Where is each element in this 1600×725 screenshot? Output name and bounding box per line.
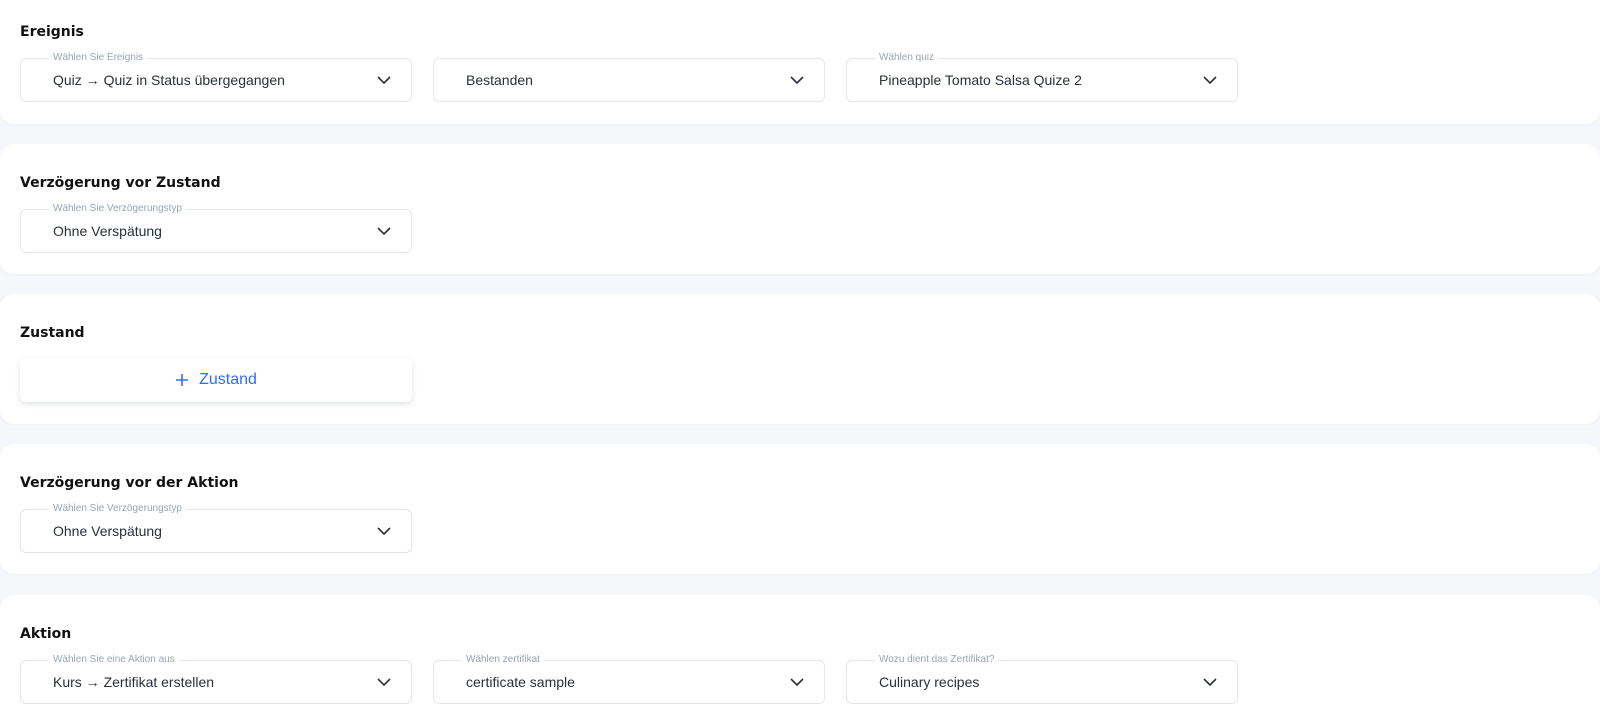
- delay-condition-select[interactable]: Wählen Sie Verzögerungstyp Ohne Verspätu…: [20, 203, 412, 253]
- chevron-down-icon: [377, 527, 391, 536]
- plus-icon: [176, 374, 189, 386]
- delay-action-value: Ohne Verspätung: [53, 523, 162, 539]
- certificate-value: certificate sample: [466, 674, 575, 690]
- certificate-legend: Wählen zertifikat: [462, 654, 544, 666]
- certificate-select[interactable]: Wählen zertifikat certificate sample: [433, 654, 825, 704]
- delay-condition-legend: Wählen Sie Verzögerungstyp: [49, 203, 186, 215]
- event-type-select[interactable]: Wählen Sie Ereignis Quiz → Quiz in Statu…: [20, 52, 412, 102]
- delay-action-title: Verzögerung vor der Aktion: [20, 475, 239, 491]
- event-type-legend: Wählen Sie Ereignis: [49, 52, 148, 64]
- action-section: Aktion Wählen Sie eine Aktion aus Kurs →…: [0, 595, 1600, 725]
- event-section: Ereignis Wählen Sie Ereignis Quiz → Quiz…: [0, 0, 1600, 124]
- condition-title: Zustand: [20, 325, 85, 341]
- event-quiz-legend: Wählen quiz: [875, 52, 939, 64]
- chevron-down-icon: [377, 678, 391, 687]
- action-type-select[interactable]: Wählen Sie eine Aktion aus Kurs → Zertif…: [20, 654, 412, 704]
- delay-condition-title: Verzögerung vor Zustand: [20, 175, 221, 191]
- delay-condition-value: Ohne Verspätung: [53, 223, 162, 239]
- add-condition-label: Zustand: [199, 371, 257, 388]
- chevron-down-icon: [377, 76, 391, 85]
- delay-action-section: Verzögerung vor der Aktion Wählen Sie Ve…: [0, 444, 1600, 574]
- event-section-title: Ereignis: [20, 24, 84, 40]
- chevron-down-icon: [790, 678, 804, 687]
- action-title: Aktion: [20, 626, 72, 642]
- action-type-legend: Wählen Sie eine Aktion aus: [49, 654, 179, 666]
- certificate-purpose-legend: Wozu dient das Zertifikat?: [875, 654, 999, 666]
- event-quiz-value: Pineapple Tomato Salsa Quize 2: [879, 72, 1082, 88]
- event-quiz-select[interactable]: Wählen quiz Pineapple Tomato Salsa Quize…: [846, 52, 1238, 102]
- event-status-select[interactable]: Bestanden: [433, 58, 825, 102]
- certificate-purpose-select[interactable]: Wozu dient das Zertifikat? Culinary reci…: [846, 654, 1238, 704]
- action-type-value: Kurs → Zertifikat erstellen: [53, 674, 215, 690]
- event-type-value: Quiz → Quiz in Status übergegangen: [53, 72, 285, 88]
- event-status-value: Bestanden: [466, 72, 533, 88]
- delay-condition-section: Verzögerung vor Zustand Wählen Sie Verzö…: [0, 144, 1600, 274]
- delay-action-legend: Wählen Sie Verzögerungstyp: [49, 503, 186, 515]
- chevron-down-icon: [377, 227, 391, 236]
- add-condition-button[interactable]: Zustand: [20, 358, 412, 402]
- chevron-down-icon: [1203, 678, 1217, 687]
- delay-action-select[interactable]: Wählen Sie Verzögerungstyp Ohne Verspätu…: [20, 503, 412, 553]
- certificate-purpose-value: Culinary recipes: [879, 674, 980, 690]
- condition-section: Zustand Zustand: [0, 294, 1600, 424]
- chevron-down-icon: [790, 76, 804, 85]
- chevron-down-icon: [1203, 76, 1217, 85]
